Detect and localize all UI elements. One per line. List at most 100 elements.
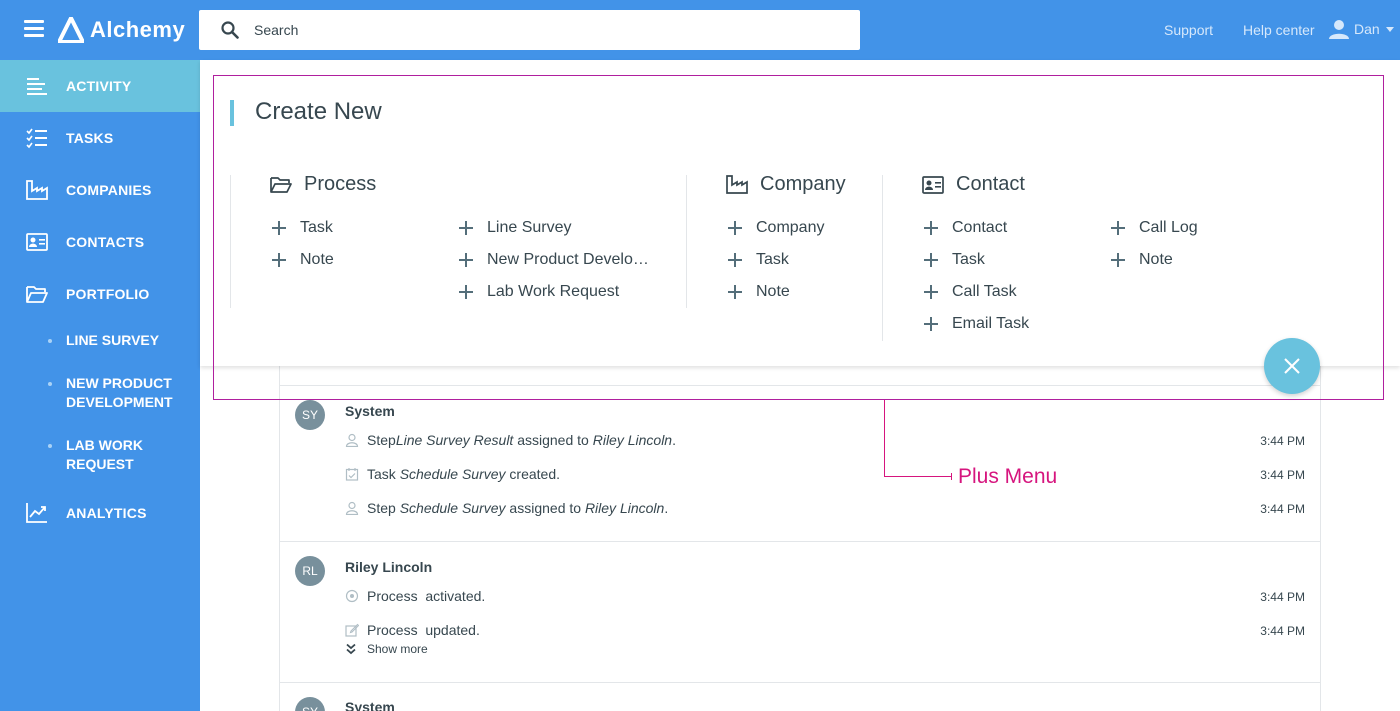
create-process-lab-work-request[interactable]: Lab Work Request bbox=[459, 283, 619, 301]
sidebar-item-portfolio[interactable]: PORTFOLIO bbox=[0, 268, 200, 320]
annotation-connector bbox=[951, 473, 952, 480]
feed-text: . bbox=[672, 432, 676, 448]
edit-icon bbox=[345, 623, 359, 637]
sidebar-item-tasks[interactable]: TASKS bbox=[0, 112, 200, 164]
contact-heading-label: Contact bbox=[956, 173, 1025, 195]
user-icon bbox=[345, 501, 359, 515]
user-icon bbox=[345, 433, 359, 447]
sidebar-item-contacts[interactable]: CONTACTS bbox=[0, 216, 200, 268]
hamburger-menu-icon[interactable] bbox=[24, 20, 44, 38]
sidebar-item-companies[interactable]: COMPANIES bbox=[0, 164, 200, 216]
sidebar-item-label: COMPANIES bbox=[66, 182, 152, 198]
avatar[interactable]: RL bbox=[295, 556, 325, 586]
column-divider bbox=[686, 175, 687, 308]
sidebar-item-activity[interactable]: ACTIVITY bbox=[0, 60, 200, 112]
create-call-log[interactable]: Call Log bbox=[1111, 219, 1198, 237]
contact-card-icon bbox=[922, 175, 944, 194]
feed-text: created. bbox=[505, 466, 561, 482]
plus-icon bbox=[924, 285, 938, 299]
feed-author[interactable]: Riley Lincoln bbox=[345, 559, 432, 575]
feed-author[interactable]: System bbox=[345, 699, 395, 711]
tasks-icon bbox=[26, 128, 47, 149]
menu-item-label: Contact bbox=[952, 219, 1008, 236]
plus-icon bbox=[1111, 253, 1125, 267]
create-company-task[interactable]: Task bbox=[728, 251, 789, 269]
plus-icon bbox=[728, 285, 742, 299]
title-accent-bar bbox=[230, 100, 234, 126]
plus-icon bbox=[924, 221, 938, 235]
feed-entry: Step Schedule Survey assigned to Riley L… bbox=[345, 500, 1305, 516]
activity-icon bbox=[27, 78, 47, 95]
feed-card-partial bbox=[279, 366, 1321, 386]
calendar-check-icon bbox=[345, 468, 359, 481]
support-link[interactable]: Support bbox=[1164, 22, 1213, 38]
user-name: Dan bbox=[1354, 21, 1380, 37]
app-logo[interactable]: Alchemy bbox=[58, 14, 185, 46]
sidebar-subitem-line-survey[interactable]: LINE SURVEY bbox=[0, 331, 200, 351]
menu-item-label: Note bbox=[300, 251, 334, 268]
create-email-task[interactable]: Email Task bbox=[924, 315, 1029, 333]
create-company[interactable]: Company bbox=[728, 219, 824, 237]
avatar[interactable]: SY bbox=[295, 697, 325, 711]
feed-author[interactable]: System bbox=[345, 403, 395, 419]
user-menu[interactable]: Dan bbox=[1328, 18, 1394, 40]
plus-icon bbox=[459, 221, 473, 235]
sidebar-subitem-new-product-development[interactable]: NEW PRODUCT DEVELOPMENT bbox=[0, 374, 200, 414]
create-contact-note[interactable]: Note bbox=[1111, 251, 1173, 269]
search-input[interactable] bbox=[254, 10, 834, 50]
feed-text: Process updated. bbox=[367, 622, 480, 638]
plus-icon bbox=[1111, 221, 1125, 235]
timestamp: 3:44 PM bbox=[1260, 502, 1305, 516]
assignee-name[interactable]: Riley Lincoln bbox=[593, 432, 672, 448]
create-contact[interactable]: Contact bbox=[924, 219, 1007, 237]
company-heading-label: Company bbox=[760, 173, 846, 195]
help-center-link[interactable]: Help center bbox=[1243, 22, 1315, 38]
avatar[interactable]: SY bbox=[295, 400, 325, 430]
close-icon bbox=[1284, 358, 1300, 374]
bullet-dot-icon bbox=[48, 339, 52, 343]
feed-text: . bbox=[664, 500, 669, 516]
create-process-line-survey[interactable]: Line Survey bbox=[459, 219, 572, 237]
companies-icon bbox=[26, 180, 48, 200]
menu-item-label: Email Task bbox=[952, 315, 1030, 332]
sidebar-item-label: CONTACTS bbox=[66, 234, 145, 250]
feed-text: Step bbox=[367, 500, 400, 516]
step-name[interactable]: Schedule Survey bbox=[400, 500, 506, 516]
sidebar-item-analytics[interactable]: ANALYTICS bbox=[0, 487, 200, 539]
menu-item-label: Call Task bbox=[952, 283, 1017, 300]
menu-item-label: Task bbox=[300, 219, 333, 236]
create-company-note[interactable]: Note bbox=[728, 283, 790, 301]
timestamp: 3:44 PM bbox=[1260, 434, 1305, 448]
contact-heading: Contact bbox=[922, 173, 1025, 196]
assignee-name[interactable]: Riley Lincoln bbox=[585, 500, 664, 516]
analytics-icon bbox=[26, 503, 47, 523]
step-name[interactable]: Line Survey Result bbox=[396, 432, 514, 448]
show-more-button[interactable]: Show more bbox=[345, 642, 428, 656]
menu-item-label: Note bbox=[1139, 251, 1173, 268]
feed-entry: Process updated. bbox=[345, 622, 1305, 638]
sidebar-subitem-lab-work-request[interactable]: LAB WORK REQUEST bbox=[0, 436, 200, 476]
create-process-new-product-development[interactable]: New Product Develo… bbox=[459, 251, 649, 269]
column-divider bbox=[882, 175, 883, 341]
timestamp: 3:44 PM bbox=[1260, 468, 1305, 482]
plus-icon bbox=[924, 317, 938, 331]
task-name[interactable]: Schedule Survey bbox=[400, 466, 506, 482]
contacts-icon bbox=[26, 233, 48, 251]
sidebar-item-label: PORTFOLIO bbox=[66, 286, 150, 302]
close-create-menu-button[interactable] bbox=[1264, 338, 1320, 394]
search-icon bbox=[221, 21, 239, 39]
show-more-label: Show more bbox=[367, 642, 428, 656]
process-heading-label: Process bbox=[304, 173, 377, 195]
sidebar-item-label: TASKS bbox=[66, 130, 114, 146]
create-process-task[interactable]: Task bbox=[272, 219, 333, 237]
create-new-panel: Create New Process Task Note Line Survey… bbox=[200, 60, 1400, 366]
bullet-dot-icon bbox=[48, 382, 52, 386]
create-call-task[interactable]: Call Task bbox=[924, 283, 1017, 301]
search-bar[interactable] bbox=[199, 10, 860, 50]
feed-entry: Step Line Survey Result assigned to Rile… bbox=[345, 432, 1305, 448]
menu-item-label: Note bbox=[756, 283, 790, 300]
annotation-connector bbox=[884, 400, 885, 477]
create-process-note[interactable]: Note bbox=[272, 251, 334, 269]
feed-text: Process activated. bbox=[367, 588, 486, 604]
create-contact-task[interactable]: Task bbox=[924, 251, 985, 269]
